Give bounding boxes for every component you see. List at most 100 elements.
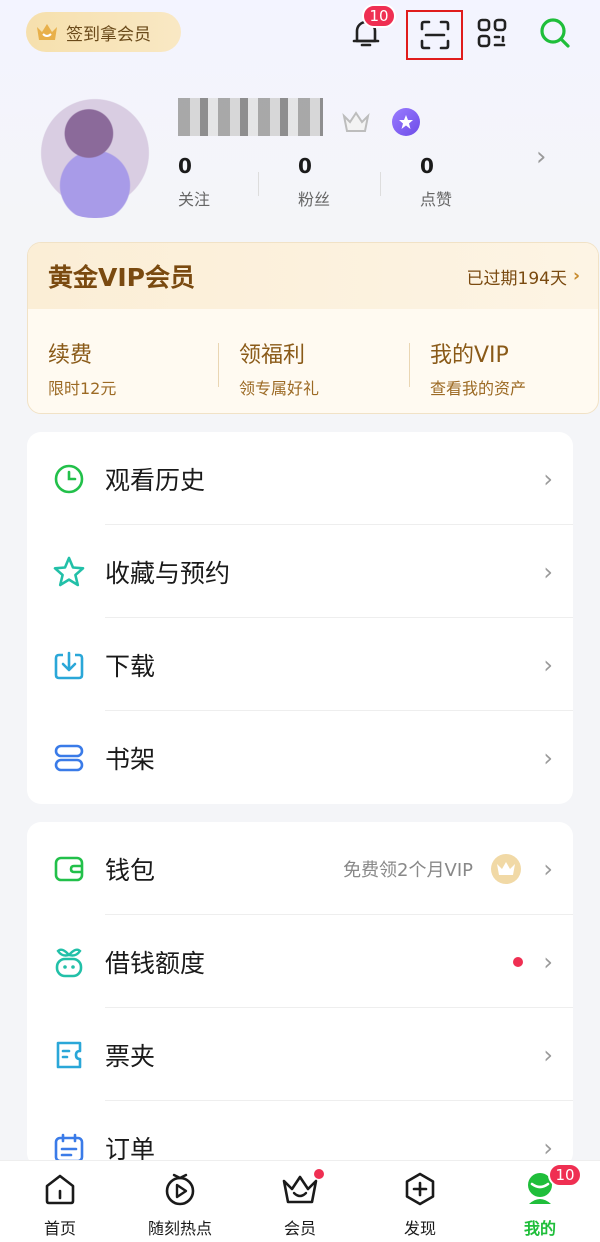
menu-card-media: 观看历史 › 收藏与预约 › 下载 › 书架 › xyxy=(27,432,573,804)
chevron-right-icon: › xyxy=(543,650,553,679)
menu-item-favorites[interactable]: 收藏与预约 › xyxy=(27,525,573,618)
new-indicator-dot xyxy=(314,1169,324,1179)
vip-crown-icon xyxy=(342,108,370,136)
clock-icon xyxy=(51,461,87,497)
tab-label: 首页 xyxy=(43,1219,76,1238)
home-icon xyxy=(10,1169,110,1209)
scan-icon xyxy=(420,20,449,50)
tab-label: 会员 xyxy=(283,1219,316,1238)
vip-divider xyxy=(409,343,410,387)
ticket-icon xyxy=(51,1037,87,1073)
menu-item-watch-history[interactable]: 观看历史 › xyxy=(27,432,573,525)
new-indicator-dot xyxy=(513,956,523,967)
menu-item-label: 借钱额度 xyxy=(105,948,206,978)
chevron-right-icon: › xyxy=(543,947,553,976)
search-icon xyxy=(540,18,570,48)
signin-label: 签到拿会员 xyxy=(66,24,151,45)
vip-card: 黄金VIP会员 已过期194天 › 续费 限时12元 领福利 领专属好礼 我的V… xyxy=(27,242,599,414)
vip-item-subtitle: 查看我的资产 xyxy=(430,379,527,398)
hexagon-plus-icon xyxy=(370,1169,470,1209)
profile-section[interactable]: 0 关注 0 粉丝 0 点赞 › xyxy=(0,80,600,230)
menu-item-wallet[interactable]: 钱包 免费领2个月VIP › xyxy=(27,822,573,915)
chevron-right-icon[interactable]: › xyxy=(536,142,546,172)
play-icon xyxy=(130,1169,230,1209)
menu-item-credit[interactable]: 借钱额度 › xyxy=(27,915,573,1008)
scan-button[interactable] xyxy=(406,10,463,60)
menu-item-label: 观看历史 xyxy=(105,465,206,495)
qr-code-button[interactable] xyxy=(468,10,516,56)
avatar[interactable] xyxy=(34,88,156,218)
vip-actions: 续费 限时12元 领福利 领专属好礼 我的VIP 查看我的资产 xyxy=(28,309,598,413)
menu-item-label: 票夹 xyxy=(105,1041,156,1071)
stat-likes[interactable]: 0 点赞 xyxy=(402,154,502,210)
vip-item-subtitle: 领专属好礼 xyxy=(239,379,320,398)
chevron-right-icon: › xyxy=(543,1133,553,1162)
menu-item-orders[interactable]: 订单 › xyxy=(27,1101,573,1167)
vip-divider xyxy=(218,343,219,387)
vip-header[interactable]: 黄金VIP会员 已过期194天 › xyxy=(28,243,598,309)
vip-renew[interactable]: 续费 限时12元 xyxy=(48,337,116,399)
qr-code-icon xyxy=(477,18,507,48)
bottom-tab-bar: 首页 随刻热点 会员 发现 10 我的 xyxy=(0,1160,600,1242)
top-bar: 签到拿会员 10 xyxy=(0,0,600,70)
menu-item-download[interactable]: 下载 › xyxy=(27,618,573,711)
tab-hot[interactable]: 随刻热点 xyxy=(130,1169,230,1239)
vip-item-title: 我的VIP xyxy=(430,343,509,368)
menu-item-label: 下载 xyxy=(105,651,156,681)
menu-item-tickets[interactable]: 票夹 › xyxy=(27,1008,573,1101)
crown-icon xyxy=(250,1169,350,1209)
download-icon xyxy=(51,647,87,683)
stat-following[interactable]: 0 关注 xyxy=(160,154,260,210)
search-button[interactable] xyxy=(531,10,579,56)
star-icon xyxy=(51,554,87,590)
wallet-icon xyxy=(51,851,87,887)
crown-icon xyxy=(34,19,60,45)
chevron-right-icon: › xyxy=(543,1040,553,1069)
signin-button[interactable]: 签到拿会员 xyxy=(26,12,181,52)
menu-item-label: 书架 xyxy=(105,744,156,774)
mine-badge: 10 xyxy=(548,1163,582,1187)
stat-divider xyxy=(258,172,259,196)
tab-discover[interactable]: 发现 xyxy=(370,1169,470,1239)
username-blurred xyxy=(178,98,323,136)
tab-label: 随刻热点 xyxy=(147,1219,212,1238)
menu-item-bookshelf[interactable]: 书架 › xyxy=(27,711,573,804)
chevron-right-icon: › xyxy=(572,266,580,286)
vip-expired-text: 已过期194天 xyxy=(466,268,567,289)
chevron-right-icon: › xyxy=(543,743,553,772)
vip-title: 黄金VIP会员 xyxy=(48,263,195,292)
level-badge-icon xyxy=(392,108,420,136)
menu-card-finance: 钱包 免费领2个月VIP › 借钱额度 › 票夹 › 订单 › xyxy=(27,822,573,1167)
stat-label: 关注 xyxy=(178,190,211,209)
stat-divider xyxy=(380,172,381,196)
menu-item-label: 钱包 xyxy=(105,855,156,885)
chevron-right-icon: › xyxy=(543,854,553,883)
sprout-icon xyxy=(51,944,87,980)
vip-expired-link[interactable]: 已过期194天 › xyxy=(467,264,580,289)
notification-badge: 10 xyxy=(362,4,396,28)
notification-button[interactable]: 10 xyxy=(342,4,396,56)
tab-vip[interactable]: 会员 xyxy=(250,1169,350,1239)
tab-label: 发现 xyxy=(403,1219,436,1238)
vip-item-title: 续费 xyxy=(48,343,93,368)
stat-label: 点赞 xyxy=(420,190,453,209)
stat-fans[interactable]: 0 粉丝 xyxy=(280,154,380,210)
vip-my-vip[interactable]: 我的VIP 查看我的资产 xyxy=(430,337,526,399)
tab-label: 我的 xyxy=(523,1219,556,1238)
wallet-promo-text: 免费领2个月VIP xyxy=(343,859,473,881)
menu-item-label: 收藏与预约 xyxy=(105,558,231,588)
vip-benefits[interactable]: 领福利 领专属好礼 xyxy=(239,337,319,399)
tab-home[interactable]: 首页 xyxy=(10,1169,110,1239)
profile-stats: 0 关注 0 粉丝 0 点赞 xyxy=(160,154,500,214)
tab-mine[interactable]: 10 我的 xyxy=(490,1163,590,1239)
stat-value: 0 xyxy=(420,154,434,178)
bookshelf-icon xyxy=(51,740,87,776)
vip-crown-coin-icon xyxy=(491,853,521,884)
chevron-right-icon: › xyxy=(543,464,553,493)
user-avatar-icon: 10 xyxy=(490,1163,590,1209)
stat-value: 0 xyxy=(298,154,312,178)
vip-item-title: 领福利 xyxy=(239,343,306,368)
stat-label: 粉丝 xyxy=(298,190,331,209)
stat-value: 0 xyxy=(178,154,192,178)
vip-item-subtitle: 限时12元 xyxy=(48,379,117,398)
